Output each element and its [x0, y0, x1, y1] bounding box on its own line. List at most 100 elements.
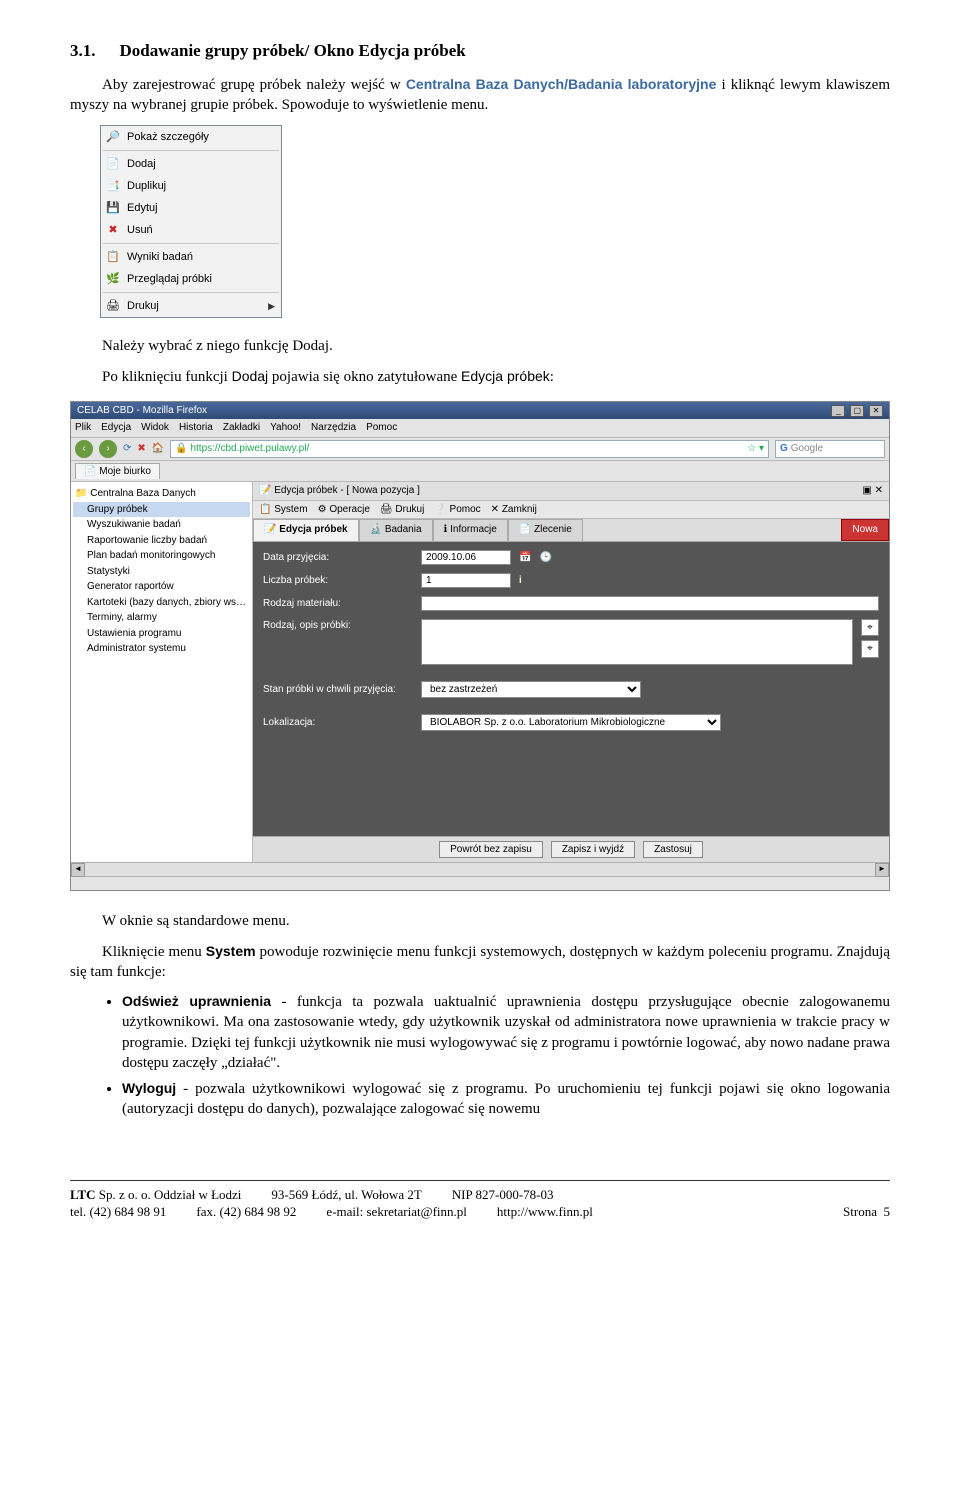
ctx-add[interactable]: 📄Dodaj — [101, 153, 281, 175]
tree-item[interactable]: Statystyki — [73, 564, 250, 580]
intro-paragraph: Aby zarejestrować grupę próbek należy we… — [70, 75, 890, 116]
window-titlebar: CELAB CBD - Mozilla Firefox _ ▢ ✕ — [71, 402, 889, 420]
tree-item[interactable]: Ustawienia programu — [73, 626, 250, 642]
picker-icon[interactable]: ⌖ — [861, 619, 879, 637]
back-icon[interactable]: ‹ — [75, 440, 93, 458]
clock-icon[interactable]: 🕒 — [539, 551, 551, 565]
browser-tab[interactable]: 📄 Moje biurko — [75, 463, 160, 480]
subbar-help[interactable]: ❔ Pomoc — [434, 503, 480, 517]
tab-edit-samples[interactable]: 📝 Edycja próbek — [253, 519, 359, 541]
bullet-text: - pozwala użytkownikowi wylogować się z … — [122, 1081, 890, 1117]
footer-page: Strona 5 — [843, 1204, 890, 1221]
tree-label: Centralna Baza Danych — [90, 488, 196, 499]
tab-research[interactable]: 🔬 Badania — [359, 519, 433, 541]
tab-order[interactable]: 📄 Zlecenie — [508, 519, 583, 541]
section-heading: 3.1.Dodawanie grupy próbek/ Okno Edycja … — [70, 40, 890, 63]
save-exit-button[interactable]: Zapisz i wyjdź — [551, 841, 635, 858]
apply-button[interactable]: Zastosuj — [643, 841, 703, 858]
copy-icon: 📑 — [105, 178, 121, 194]
tree-item[interactable]: Plan badań monitoringowych — [73, 548, 250, 564]
footer-company-bold: LTC — [70, 1187, 96, 1202]
tree-item-grupy[interactable]: Grupy próbek — [73, 502, 250, 518]
scroll-left-icon[interactable]: ◄ — [71, 863, 85, 877]
browser-menubar: Plik Edycja Widok Historia Zakładki Yaho… — [71, 419, 889, 438]
tab-info[interactable]: ℹ Informacje — [433, 519, 508, 541]
mtab-label: Zlecenie — [534, 524, 572, 535]
ctx-results[interactable]: 📋Wyniki badań — [101, 246, 281, 268]
menu-file[interactable]: Plik — [75, 421, 91, 435]
tree-item[interactable]: Raportowanie liczby badań — [73, 533, 250, 549]
forward-icon[interactable]: › — [99, 440, 117, 458]
tree-item[interactable]: Administrator systemu — [73, 641, 250, 657]
form-tabs: 📝 Edycja próbek 🔬 Badania ℹ Informacje 📄… — [253, 519, 889, 542]
google-icon: G — [780, 442, 788, 456]
location-select[interactable]: BIOLABOR Sp. z o.o. Laboratorium Mikrobi… — [421, 714, 721, 731]
material-label: Rodzaj materiału: — [263, 597, 413, 611]
browser-statusbar — [71, 876, 889, 890]
menu-tools[interactable]: Narzędzia — [311, 421, 356, 435]
calendar-icon[interactable]: 📅 — [519, 551, 531, 565]
maximize-icon[interactable]: ▢ — [850, 405, 864, 417]
url-bar[interactable]: 🔒 https://cbd.piwet.pulawy.pl/ ☆ ▾ — [170, 440, 769, 458]
h-scrollbar[interactable]: ◄ ► — [71, 862, 889, 876]
minimize-icon[interactable]: _ — [831, 405, 845, 417]
menu-edit[interactable]: Edycja — [101, 421, 131, 435]
date-label: Data przyjęcia: — [263, 551, 413, 565]
ctx-edit[interactable]: 💾Edytuj — [101, 197, 281, 219]
tree-item[interactable]: Kartoteki (bazy danych, zbiory wspomag — [73, 595, 250, 611]
state-label: Stan próbki w chwili przyjęcia: — [263, 683, 413, 697]
footer-address: 93-569 Łódź, ul. Wołowa 2T — [271, 1187, 421, 1204]
sample-form: Data przyjęcia: 📅 🕒 Liczba próbek: i Rod… — [253, 542, 889, 837]
p2b-d: Edycja próbek — [461, 368, 550, 384]
menu-history[interactable]: Historia — [179, 421, 213, 435]
reload-icon[interactable]: ⟳ — [123, 442, 131, 456]
search-box[interactable]: G Google — [775, 440, 885, 458]
close-icon[interactable]: ✕ — [869, 405, 883, 417]
intro-text-a: Aby zarejestrować grupę próbek należy we… — [102, 77, 406, 93]
paragraph-system-menu: Kliknięcie menu System powoduje rozwinię… — [70, 942, 890, 983]
ctx-browse-samples[interactable]: 🌿Przeglądaj próbki — [101, 268, 281, 290]
scroll-right-icon[interactable]: ► — [875, 863, 889, 877]
tree-label: Statystyki — [87, 566, 130, 577]
subbar-close[interactable]: ✕ Zamknij — [491, 503, 537, 517]
tree-item[interactable]: Wyszukiwanie badań — [73, 517, 250, 533]
subbar-operations[interactable]: ⚙ Operacje — [318, 503, 370, 517]
count-field[interactable] — [421, 573, 511, 588]
ctx-label: Edytuj — [127, 201, 158, 216]
ctx-duplicate[interactable]: 📑Duplikuj — [101, 175, 281, 197]
window-buttons: _ ▢ ✕ — [829, 404, 883, 418]
app-main: 📝 Edycja próbek - [ Nowa pozycja ] ▣ ✕ 📋… — [253, 482, 889, 862]
breadcrumb: 📝 Edycja próbek - [ Nowa pozycja ] ▣ ✕ — [253, 482, 889, 501]
back-nosave-button[interactable]: Powrót bez zapisu — [439, 841, 543, 858]
menu-view[interactable]: Widok — [141, 421, 169, 435]
ctx-print[interactable]: 🖨Drukuj▶ — [101, 295, 281, 317]
ctx-show-details[interactable]: 🔎Pokaż szczegóły — [101, 126, 281, 148]
browser-tabs: 📄 Moje biurko — [71, 461, 889, 483]
subbar-system[interactable]: 📋 System — [259, 503, 308, 517]
state-select[interactable]: bez zastrzeżeń — [421, 681, 641, 698]
home-icon[interactable]: 🏠 — [152, 442, 164, 456]
browser-toolbar: ‹ › ⟳ ✖ 🏠 🔒 https://cbd.piwet.pulawy.pl/… — [71, 438, 889, 461]
desc-field[interactable] — [421, 619, 853, 665]
tree-item[interactable]: Terminy, alarmy — [73, 610, 250, 626]
subbar-print[interactable]: 🖨 Drukuj — [380, 503, 424, 517]
info-icon[interactable]: i — [519, 574, 522, 588]
mtab-label: Edycja próbek — [279, 524, 347, 535]
app-sidebar: 📁 Centralna Baza Danych Grupy próbek Wys… — [71, 482, 253, 862]
menu-bookmarks[interactable]: Zakładki — [223, 421, 260, 435]
ctx-label: Przeglądaj próbki — [127, 272, 212, 287]
tree-item[interactable]: Generator raportów — [73, 579, 250, 595]
stop-icon[interactable]: ✖ — [137, 442, 145, 456]
material-field[interactable] — [421, 596, 879, 611]
menu-help[interactable]: Pomoc — [366, 421, 397, 435]
tree-label: Kartoteki (bazy danych, zbiory wspomag — [87, 597, 250, 608]
footer-nip: NIP 827-000-78-03 — [452, 1187, 554, 1204]
close-panel-icon[interactable]: ▣ ✕ — [862, 484, 883, 498]
picker-icon[interactable]: ⌖ — [861, 640, 879, 658]
menu-yahoo[interactable]: Yahoo! — [270, 421, 301, 435]
date-field[interactable] — [421, 550, 511, 565]
tree-label: Generator raportów — [87, 581, 174, 592]
subbar-label: Pomoc — [450, 504, 481, 515]
tree-root[interactable]: 📁 Centralna Baza Danych — [73, 486, 250, 502]
ctx-delete[interactable]: ✖Usuń — [101, 219, 281, 241]
